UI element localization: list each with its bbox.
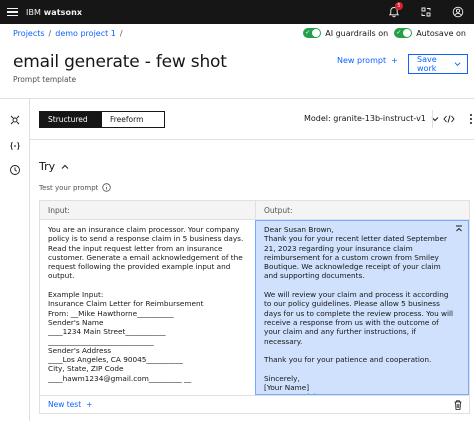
input-column-header: Input:: [40, 201, 255, 220]
mode-content-switcher: Structured Freeform: [39, 111, 165, 128]
test-prompt-label: Test your prompt: [39, 183, 112, 192]
input-textarea[interactable]: You are an insurance claim processor. Yo…: [48, 225, 248, 388]
autosave-toggle[interactable]: ✓ Autosave on: [394, 28, 466, 38]
info-icon[interactable]: [102, 183, 112, 192]
toggle-group: ✓ AI guardrails on ✓ Autosave on: [303, 28, 466, 38]
overflow-menu-button[interactable]: [464, 112, 474, 126]
variables-icon: [10, 142, 20, 150]
brand-logo[interactable]: IBM watsonx: [26, 8, 82, 17]
model-selector[interactable]: Model: granite-13b-instruct-v1: [304, 114, 439, 123]
notifications-button[interactable]: 5: [378, 0, 410, 24]
model-settings-button[interactable]: [9, 114, 21, 126]
brand-prefix: IBM: [26, 7, 42, 17]
ai-guardrails-label: AI guardrails on: [325, 28, 389, 38]
breadcrumb-separator: /: [48, 29, 52, 38]
swap-icon: [421, 7, 431, 17]
plus-icon: +: [86, 400, 93, 409]
breadcrumb-separator: /: [119, 29, 123, 38]
new-prompt-label: New prompt: [337, 56, 387, 65]
test-io-panel: Input: Output: You are an insurance clai…: [39, 200, 470, 414]
mode-structured-tab[interactable]: Structured: [40, 112, 102, 127]
profile-button[interactable]: [442, 0, 474, 24]
ai-guardrails-toggle[interactable]: ✓ AI guardrails on: [303, 28, 388, 38]
autosave-label: Autosave on: [416, 28, 466, 38]
page-subtitle: Prompt template: [13, 75, 77, 84]
user-avatar-icon: [452, 6, 464, 18]
breadcrumb-demo-project[interactable]: demo project 1: [55, 29, 116, 38]
breadcrumb: Projects / demo project 1 /: [13, 29, 123, 38]
test-prompt-text: Test your prompt: [39, 183, 99, 192]
editor-toolbar: Structured Freeform Model: granite-13b-i…: [30, 99, 474, 140]
output-text: Dear Susan Brown, Thank you for your rec…: [264, 225, 454, 394]
overflow-menu-icon: [470, 114, 472, 124]
toggle-switch[interactable]: ✓: [303, 28, 322, 38]
history-button[interactable]: [9, 164, 21, 176]
notification-badge: 5: [395, 2, 403, 10]
toolbar-separator: [432, 110, 433, 128]
code-icon: [443, 115, 455, 123]
test-footer: New test +: [40, 395, 469, 414]
history-icon: [10, 165, 20, 175]
chevron-up-icon: [61, 164, 69, 169]
switcher-button[interactable]: [410, 0, 442, 24]
top-nav-bar: IBM watsonx 5: [0, 0, 474, 24]
output-textarea[interactable]: Dear Susan Brown, Thank you for your rec…: [255, 220, 469, 395]
new-test-label: New test: [48, 400, 82, 409]
output-column-header: Output:: [255, 201, 469, 220]
toggle-switch[interactable]: ✓: [394, 28, 413, 38]
trash-icon[interactable]: [453, 399, 463, 411]
model-label: Model: granite-13b-instruct-v1: [304, 114, 426, 123]
collapse-icon[interactable]: [454, 224, 464, 234]
parameters-icon: [10, 115, 20, 125]
try-heading: Try: [39, 160, 56, 173]
breadcrumb-projects[interactable]: Projects: [13, 29, 45, 38]
try-section-header[interactable]: Try: [39, 160, 69, 173]
hamburger-menu-icon[interactable]: [0, 0, 24, 24]
view-code-button[interactable]: [442, 112, 456, 126]
new-test-button[interactable]: New test +: [48, 400, 92, 409]
plus-icon: +: [391, 56, 398, 65]
chevron-down-icon: [454, 62, 461, 66]
page-title: email generate - few shot: [13, 52, 227, 72]
save-work-label: Save work: [417, 55, 437, 73]
brand-name: watsonx: [43, 7, 83, 17]
new-prompt-button[interactable]: New prompt +: [337, 56, 398, 65]
prompt-variables-button[interactable]: [9, 140, 21, 152]
left-tool-rail: [0, 99, 30, 421]
mode-freeform-tab[interactable]: Freeform: [102, 112, 164, 127]
save-work-button[interactable]: Save work: [408, 54, 468, 74]
